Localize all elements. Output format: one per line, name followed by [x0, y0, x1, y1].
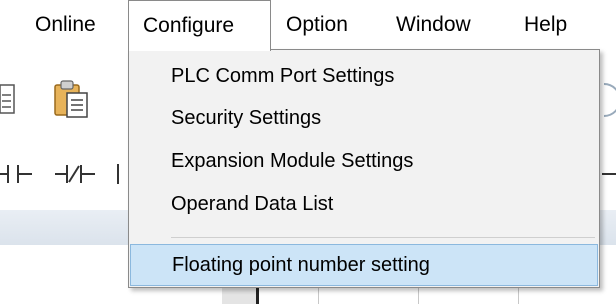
- menu-item-expansion-module-settings[interactable]: Expansion Module Settings: [171, 141, 413, 181]
- menu-item-security-settings[interactable]: Security Settings: [171, 98, 321, 138]
- menu-separator: [171, 237, 595, 238]
- menu-item-operand-data-list[interactable]: Operand Data List: [171, 184, 333, 224]
- contact-partial-icon: [117, 164, 119, 184]
- menu-configure[interactable]: Configure: [128, 0, 271, 51]
- configure-dropdown: PLC Comm Port Settings Security Settings…: [128, 49, 600, 288]
- menu-online[interactable]: Online: [21, 0, 110, 50]
- paste-icon[interactable]: [0, 83, 18, 115]
- contact-nc-icon[interactable]: [55, 162, 105, 186]
- line-partial-icon: [602, 173, 616, 175]
- circle-icon: [603, 83, 616, 117]
- menu-bar: Online Configure Option Window Help: [0, 0, 616, 51]
- menu-window[interactable]: Window: [382, 0, 485, 50]
- menu-item-plc-comm-port-settings[interactable]: PLC Comm Port Settings: [171, 56, 394, 96]
- clipboard-icon[interactable]: [53, 79, 89, 119]
- menu-help[interactable]: Help: [510, 0, 581, 50]
- menu-item-floating-point-number-setting[interactable]: Floating point number setting: [172, 245, 430, 285]
- menu-item-highlight[interactable]: Floating point number setting: [130, 244, 598, 286]
- contact-no-icon[interactable]: [0, 162, 40, 186]
- menu-option[interactable]: Option: [272, 0, 362, 50]
